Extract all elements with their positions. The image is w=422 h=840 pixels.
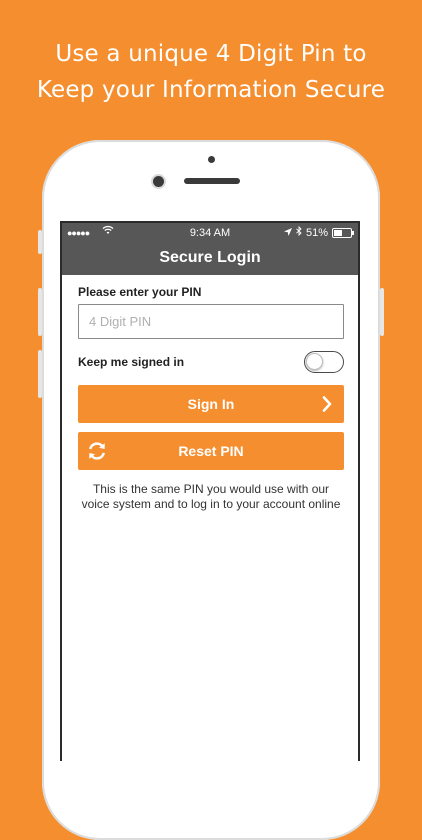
phone-sensor — [208, 156, 215, 163]
keep-signed-in-toggle[interactable] — [304, 351, 344, 373]
battery-level-fill — [334, 230, 343, 236]
battery-tip — [352, 231, 354, 235]
pin-label: Please enter your PIN — [78, 285, 202, 299]
nav-title: Secure Login — [62, 243, 358, 275]
phone-camera — [153, 176, 164, 187]
promo-headline: Use a unique 4 Digit Pin to Keep your In… — [0, 36, 422, 108]
reset-pin-label: Reset PIN — [178, 443, 244, 459]
status-bar: ●●●●● 9:34 AM 51% — [62, 223, 358, 243]
pin-info-text: This is the same PIN you would use with … — [81, 482, 341, 511]
pin-input[interactable] — [78, 304, 344, 339]
headline-line-2: Keep your Information Secure — [36, 77, 386, 103]
headline-line-1: Use a unique 4 Digit Pin to — [55, 41, 367, 67]
phone-screen: ●●●●● 9:34 AM 51% Secure Login Please en… — [60, 221, 360, 761]
login-form: Please enter your PIN Keep me signed in … — [78, 275, 344, 512]
sign-in-button[interactable]: Sign In — [78, 385, 344, 423]
battery-icon — [332, 228, 354, 238]
toggle-knob — [306, 353, 323, 370]
keep-signed-in-label: Keep me signed in — [78, 355, 185, 369]
bluetooth-icon — [296, 223, 302, 243]
location-arrow-icon — [283, 223, 292, 243]
reset-pin-button[interactable]: Reset PIN — [78, 432, 344, 470]
refresh-icon — [86, 440, 108, 465]
battery-percent: 51% — [305, 227, 328, 239]
phone-speaker — [184, 178, 240, 184]
keep-signed-in-row: Keep me signed in — [78, 349, 344, 375]
chevron-right-icon — [322, 396, 332, 415]
status-right-group: 51% — [283, 223, 354, 243]
sign-in-label: Sign In — [187, 396, 235, 412]
phone-power-button — [380, 288, 384, 336]
